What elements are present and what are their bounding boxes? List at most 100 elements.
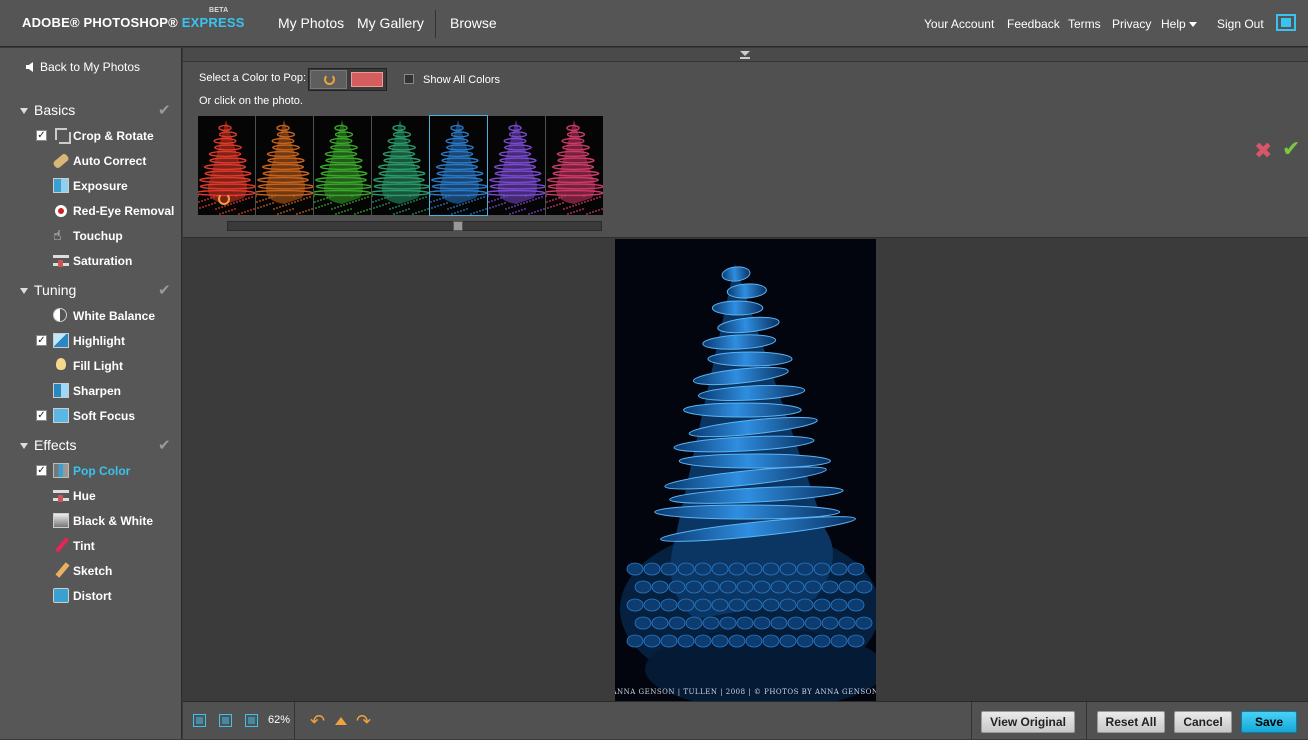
tool-pop-color[interactable]: ✓ Pop Color [0,459,182,483]
color-preset-thumbnail[interactable] [314,116,371,215]
fit-screen-icon[interactable] [193,714,206,727]
photo-base-coil-shape [838,580,856,594]
tool-black-white[interactable]: Black & White [0,509,182,533]
back-arrow-icon[interactable] [26,62,33,72]
back-to-my-photos-link[interactable]: Back to My Photos [40,60,140,74]
tool-soft-focus[interactable]: ✓ Soft Focus [0,404,182,428]
show-all-colors-checkbox[interactable] [404,74,414,84]
link-feedback[interactable]: Feedback [1007,17,1060,31]
tool-applied-checkbox[interactable]: ✓ [36,465,47,476]
section-title-basics[interactable]: Basics [34,102,75,118]
tool-saturation[interactable]: Saturation [0,249,182,273]
tool-sharpen[interactable]: Sharpen [0,379,182,403]
tool-distort[interactable]: Distort [0,584,182,608]
tool-touchup[interactable]: ☝ Touchup [0,224,182,248]
photo-base-coil-shape [779,634,797,648]
tool-label: Highlight [73,334,125,348]
actual-size-icon[interactable] [219,714,232,727]
tool-label: Soft Focus [73,409,135,423]
photo-base-coil-shape [753,616,771,630]
save-button[interactable]: Save [1241,711,1297,733]
reset-icon [218,193,230,205]
color-range-slider[interactable] [227,221,602,231]
tool-label: Distort [73,589,112,603]
tool-applied-checkbox[interactable]: ✓ [36,410,47,421]
color-range-slider-handle[interactable] [453,221,463,231]
link-privacy[interactable]: Privacy [1112,17,1151,31]
fullscreen-icon[interactable] [1276,14,1296,31]
tool-sketch[interactable]: Sketch [0,559,182,583]
select-color-label: Select a Color to Pop: [199,72,307,84]
photo-base-coil-shape [770,580,788,594]
photo-base-coil-shape [634,580,652,594]
photo-base-coil-shape [813,598,831,612]
nav-my-photos[interactable]: My Photos [278,15,344,31]
tools-sidebar: Back to My Photos Basics ✔ ✓ Crop & Rota… [0,48,182,739]
tool-highlight[interactable]: ✓ Highlight [0,329,182,353]
color-preset-thumbnail[interactable] [429,115,488,216]
photo-preview[interactable]: ANNA GENSON | TULLEN | 2008 | © PHOTOS B… [615,239,876,701]
section-collapse-icon[interactable] [20,108,28,114]
photo-base-coil-shape [660,562,678,576]
history-up-icon[interactable] [335,717,347,725]
photo-base-coil-shape [711,598,729,612]
tool-auto-correct[interactable]: Auto Correct [0,149,182,173]
apply-edit-check-icon[interactable]: ✔ [1282,138,1300,160]
photo-base-coil-shape [668,580,686,594]
view-original-button[interactable]: View Original [981,711,1075,733]
section-collapse-icon[interactable] [20,288,28,294]
tool-applied-checkbox[interactable]: ✓ [36,335,47,346]
cancel-button[interactable]: Cancel [1174,711,1232,733]
color-preset-thumbnail[interactable] [488,116,545,215]
tool-white-balance[interactable]: White Balance [0,304,182,328]
red-eye-icon [55,205,67,217]
toolbar-divider [1086,702,1087,740]
zoom-icon[interactable] [245,714,258,727]
photo-base-coil-shape [702,580,720,594]
tool-tint[interactable]: Tint [0,534,182,558]
section-title-effects[interactable]: Effects [34,437,77,453]
color-preset-image [488,116,545,215]
color-preset-thumbnail[interactable] [546,116,603,215]
tool-fill-light[interactable]: Fill Light [0,354,182,378]
reset-color-button[interactable] [310,70,347,89]
tool-applied-checkbox[interactable]: ✓ [36,130,47,141]
nav-my-gallery[interactable]: My Gallery [357,15,424,31]
top-bar: ADOBE® PHOTOSHOP® EXPRESS BETA My Photos… [0,0,1308,47]
reset-all-button[interactable]: Reset All [1097,711,1165,733]
photo-base-coil-shape [728,598,746,612]
photo-base-coil-shape [745,562,763,576]
nav-browse[interactable]: Browse [450,15,497,31]
options-collapse-bar[interactable] [183,48,1308,62]
link-sign-out[interactable]: Sign Out [1217,17,1264,31]
click-photo-hint: Or click on the photo. [199,95,303,107]
section-title-tuning[interactable]: Tuning [34,282,76,298]
tool-red-eye-removal[interactable]: Red-Eye Removal [0,199,182,223]
show-all-colors-label[interactable]: Show All Colors [423,74,500,86]
reset-icon [324,74,335,85]
tool-label: Saturation [73,254,133,268]
undo-icon[interactable]: ↶ [310,712,325,730]
app-logo: ADOBE® PHOTOSHOP® EXPRESS BETA [22,7,245,30]
color-preset-thumbnail[interactable] [372,116,429,215]
nav-divider [435,10,436,38]
link-terms[interactable]: Terms [1068,17,1101,31]
color-preset-thumbnail[interactable] [256,116,313,215]
photo-base-coil-shape [779,598,797,612]
color-preset-image [314,116,371,215]
tool-exposure[interactable]: Exposure [0,174,182,198]
tool-hue[interactable]: Hue [0,484,182,508]
cancel-edit-icon[interactable]: ✖ [1254,140,1272,162]
link-help[interactable]: Help [1161,17,1186,31]
sharpen-icon [53,383,69,398]
link-your-account[interactable]: Your Account [924,17,994,31]
photo-base-coil-shape [821,616,839,630]
color-preset-thumbnail[interactable] [198,116,255,215]
collapse-arrow-icon[interactable] [740,51,750,59]
tool-crop-rotate[interactable]: ✓ Crop & Rotate [0,124,182,148]
tool-label: Touchup [73,229,123,243]
selected-color-swatch[interactable] [351,72,383,87]
redo-icon[interactable]: ↷ [356,712,371,730]
chevron-down-icon[interactable] [1189,22,1197,27]
section-collapse-icon[interactable] [20,443,28,449]
